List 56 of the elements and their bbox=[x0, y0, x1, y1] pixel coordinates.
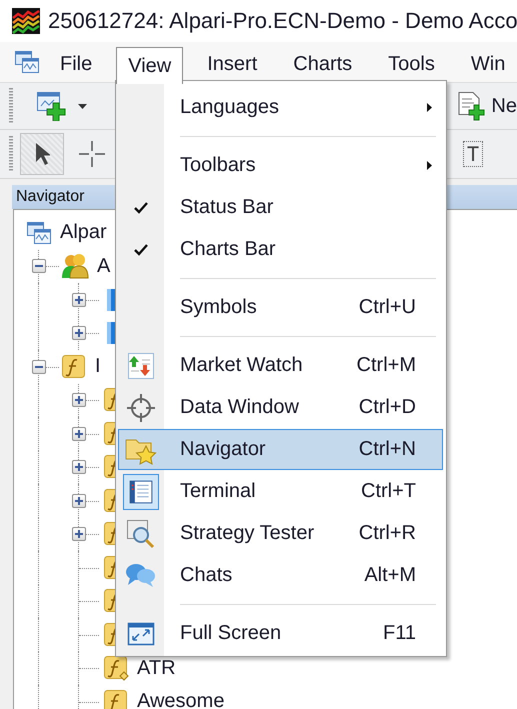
function-icon[interactable] bbox=[61, 354, 87, 380]
menu-item[interactable]: Charts Bar bbox=[118, 229, 443, 270]
menu-item[interactable]: Tools bbox=[376, 46, 447, 82]
app-logo-icon bbox=[12, 8, 40, 34]
menu-item[interactable]: Strategy Tester Ctrl+R bbox=[118, 513, 443, 554]
tree-item-label[interactable]: A bbox=[97, 254, 110, 278]
chart-window-icon[interactable] bbox=[14, 50, 40, 74]
window-title: 250612724: Alpari-Pro.ECN-Demo - Demo Acco bbox=[48, 8, 517, 34]
menu-item[interactable]: File bbox=[48, 46, 104, 82]
menu-item[interactable]: Full Screen F11 bbox=[118, 613, 443, 654]
menu-item[interactable]: Charts bbox=[281, 46, 364, 82]
grip-handle[interactable] bbox=[8, 88, 14, 124]
expand-toggle[interactable] bbox=[72, 460, 86, 474]
plus-icon bbox=[75, 463, 83, 472]
expand-toggle[interactable] bbox=[72, 292, 86, 307]
tree-item-label[interactable]: I bbox=[95, 355, 101, 378]
expand-toggle[interactable] bbox=[72, 527, 86, 542]
crosshair-icon bbox=[78, 140, 106, 168]
menu-item[interactable]: Win bbox=[458, 46, 517, 82]
tree-item-label[interactable]: ATR bbox=[137, 656, 176, 680]
menu-item[interactable]: View bbox=[116, 47, 184, 84]
collapse-toggle[interactable] bbox=[32, 360, 46, 374]
menu-item[interactable]: Languages bbox=[118, 87, 443, 128]
plus-icon bbox=[75, 396, 83, 404]
plus-icon bbox=[75, 496, 83, 505]
arrow-cursor-icon bbox=[34, 142, 50, 166]
menu-item[interactable]: Terminal Ctrl+T bbox=[118, 471, 443, 512]
tree-item-label[interactable]: Alpar bbox=[60, 221, 107, 244]
expand-toggle[interactable] bbox=[72, 326, 86, 340]
menu-item[interactable]: Chats Alt+M bbox=[118, 555, 443, 596]
menu-item[interactable]: Navigator Ctrl+N bbox=[118, 429, 443, 470]
menu-item[interactable]: Market Watch Ctrl+M bbox=[118, 345, 443, 386]
expand-toggle[interactable] bbox=[72, 393, 86, 408]
grip-handle[interactable] bbox=[8, 136, 14, 172]
expand-toggle[interactable] bbox=[72, 426, 86, 441]
dropdown-caret-icon[interactable] bbox=[78, 104, 87, 108]
tree-item-label[interactable]: Awesome bbox=[137, 690, 224, 709]
people-icon[interactable] bbox=[61, 252, 89, 280]
new-order-button[interactable]: Ne bbox=[457, 91, 517, 121]
plus-icon bbox=[75, 530, 83, 538]
plus-icon bbox=[75, 430, 83, 438]
function-icon[interactable] bbox=[103, 688, 129, 709]
plus-icon bbox=[75, 296, 83, 304]
new-order-icon bbox=[457, 91, 486, 121]
chart-window-icon[interactable] bbox=[26, 220, 52, 245]
menu-item[interactable]: Data Window Ctrl+D bbox=[118, 387, 443, 428]
text-tool-button[interactable]: T bbox=[451, 133, 495, 175]
new-chart-icon[interactable] bbox=[36, 91, 68, 121]
menu-item[interactable]: Insert bbox=[195, 46, 270, 82]
menu-item[interactable]: Toolbars bbox=[118, 145, 443, 186]
menu-item[interactable]: Symbols Ctrl+U bbox=[118, 287, 443, 328]
cursor-tool-button[interactable] bbox=[20, 133, 64, 175]
expand-toggle[interactable] bbox=[72, 494, 86, 508]
collapse-toggle[interactable] bbox=[32, 259, 46, 274]
function-icon[interactable] bbox=[103, 655, 129, 682]
plus-icon bbox=[75, 329, 83, 338]
